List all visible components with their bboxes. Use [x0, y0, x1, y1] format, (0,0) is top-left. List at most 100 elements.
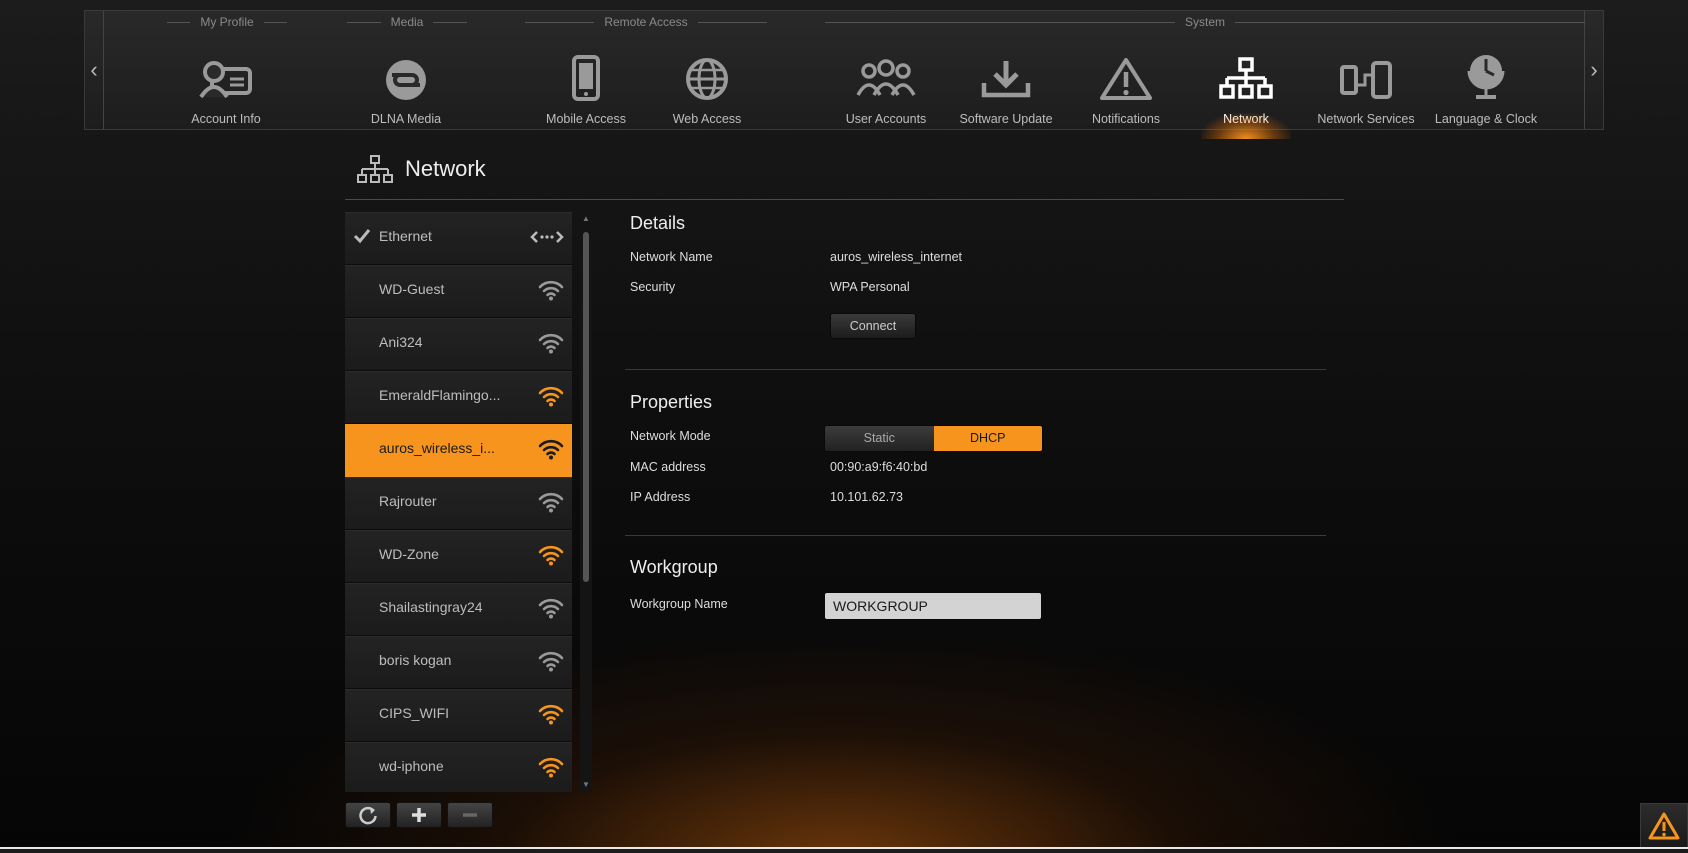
network-list-item[interactable]: wd-iphone: [345, 742, 572, 792]
refresh-button[interactable]: [345, 802, 391, 828]
wifi-icon: [538, 704, 564, 725]
nav-label: Web Access: [672, 112, 742, 126]
dlna-icon: [386, 60, 426, 100]
divider: [625, 535, 1326, 536]
network-name: Ethernet: [379, 228, 432, 244]
ethernet-icon: [530, 231, 564, 243]
nav-item-user-accounts[interactable]: User Accounts: [831, 39, 941, 127]
nav-item-dlna-media[interactable]: DLNA Media: [351, 39, 461, 127]
nav-item-software-update[interactable]: Software Update: [951, 39, 1061, 127]
nav-label: User Accounts: [845, 112, 927, 126]
details-title: Details: [630, 213, 686, 233]
group-title-system: System: [825, 13, 1585, 31]
download-icon: [981, 61, 1031, 98]
nav-label: Software Update: [959, 112, 1053, 126]
wifi-icon: [538, 386, 564, 407]
network-list: Ethernet WD-Guest Ani324 EmeraldFlamingo...…: [345, 212, 572, 792]
network-list-item[interactable]: Ethernet: [345, 212, 572, 265]
mac-address-value: 00:90:a9:f6:40:bd: [830, 460, 928, 474]
network-list-item[interactable]: CIPS_WIFI: [345, 689, 572, 742]
network-list-item[interactable]: Shailastingray24: [345, 583, 572, 636]
plus-icon: [412, 808, 426, 822]
wifi-icon: [538, 333, 564, 354]
add-network-button[interactable]: [396, 802, 442, 828]
mode-static-button[interactable]: Static: [825, 426, 934, 451]
nav-item-language-clock[interactable]: Language & Clock: [1431, 39, 1541, 127]
group-title-my-profile: My Profile: [167, 13, 287, 31]
network-list-item[interactable]: EmeraldFlamingo...: [345, 371, 572, 424]
wifi-icon: [538, 492, 564, 513]
mode-dhcp-button[interactable]: DHCP: [933, 426, 1042, 451]
network-name: CIPS_WIFI: [379, 705, 450, 721]
remove-network-button[interactable]: [447, 802, 493, 828]
nav-item-network-services[interactable]: Network Services: [1311, 39, 1421, 127]
scroll-down-icon[interactable]: ▼: [580, 780, 592, 790]
nav-label: DLNA Media: [370, 112, 442, 126]
network-list-item[interactable]: boris kogan: [345, 636, 572, 689]
list-scrollbar[interactable]: ▲ ▼: [580, 212, 592, 792]
account-card-icon: [199, 61, 252, 99]
network-name: WD-Guest: [379, 281, 445, 297]
mac-address-label: MAC address: [630, 460, 706, 474]
divider: [625, 369, 1326, 370]
workgroup-name-label: Workgroup Name: [630, 597, 728, 611]
network-mode-label: Network Mode: [630, 429, 711, 443]
top-navigation-bar: ‹ › My Profile Media Remote Access Syste…: [84, 10, 1604, 139]
refresh-icon: [359, 806, 377, 825]
network-name: EmeraldFlamingo...: [379, 387, 501, 403]
wifi-icon: [538, 598, 564, 619]
nav-label: Mobile Access: [546, 112, 626, 126]
network-list-item[interactable]: auros_wireless_i...: [345, 424, 572, 477]
wifi-icon: [538, 651, 564, 672]
page-header: Network: [345, 150, 1345, 200]
mobile-phone-icon: [572, 55, 600, 101]
minus-icon: [463, 813, 477, 817]
nav-item-notifications[interactable]: Notifications: [1071, 39, 1181, 127]
divider: [345, 199, 1344, 200]
network-services-icon: [1340, 61, 1392, 99]
globe-icon: [686, 58, 728, 100]
nav-item-network[interactable]: Network: [1191, 39, 1301, 139]
ip-address-value: 10.101.62.73: [830, 490, 903, 504]
nav-label: Language & Clock: [1434, 112, 1538, 126]
group-title-media: Media: [347, 13, 467, 31]
alert-button[interactable]: [1640, 803, 1688, 849]
connect-button[interactable]: Connect: [830, 313, 916, 339]
network-name: Ani324: [379, 334, 423, 350]
wifi-icon: [538, 280, 564, 301]
network-list-item[interactable]: WD-Guest: [345, 265, 572, 318]
network-list-item[interactable]: Rajrouter: [345, 477, 572, 530]
scrollbar-thumb[interactable]: [583, 232, 589, 582]
nav-item-web-access[interactable]: Web Access: [652, 39, 762, 127]
nav-label: Account Info: [191, 112, 261, 126]
network-name: wd-iphone: [379, 758, 444, 774]
nav-item-account-info[interactable]: Account Info: [171, 39, 281, 127]
wifi-icon: [538, 545, 564, 566]
network-name: boris kogan: [379, 652, 452, 668]
security-label: Security: [630, 280, 676, 294]
network-name-label: Network Name: [630, 250, 713, 264]
network-list-item[interactable]: Ani324: [345, 318, 572, 371]
group-title-remote-access: Remote Access: [525, 13, 767, 31]
ip-address-label: IP Address: [630, 490, 691, 504]
warning-triangle-icon: [1648, 812, 1680, 840]
workgroup-title: Workgroup: [630, 557, 718, 577]
properties-title: Properties: [630, 392, 713, 412]
network-name: auros_wireless_i...: [379, 440, 495, 456]
network-name: Shailastingray24: [379, 599, 483, 615]
scroll-up-icon[interactable]: ▲: [580, 214, 592, 224]
network-name: Rajrouter: [379, 493, 437, 509]
network-name: WD-Zone: [379, 546, 439, 562]
network-list-item[interactable]: WD-Zone: [345, 530, 572, 583]
chevron-right-icon[interactable]: ›: [1584, 11, 1603, 129]
wifi-icon: [538, 439, 564, 460]
page-title: Network: [405, 156, 486, 181]
globe-clock-icon: [1467, 55, 1505, 99]
nav-item-mobile-access[interactable]: Mobile Access: [531, 39, 641, 127]
network-name-value: auros_wireless_internet: [830, 250, 963, 264]
workgroup-name-input[interactable]: [825, 593, 1041, 619]
chevron-left-icon[interactable]: ‹: [85, 11, 104, 129]
network-icon: [1219, 57, 1273, 99]
users-icon: [856, 59, 916, 96]
checkmark-icon: [353, 229, 371, 244]
